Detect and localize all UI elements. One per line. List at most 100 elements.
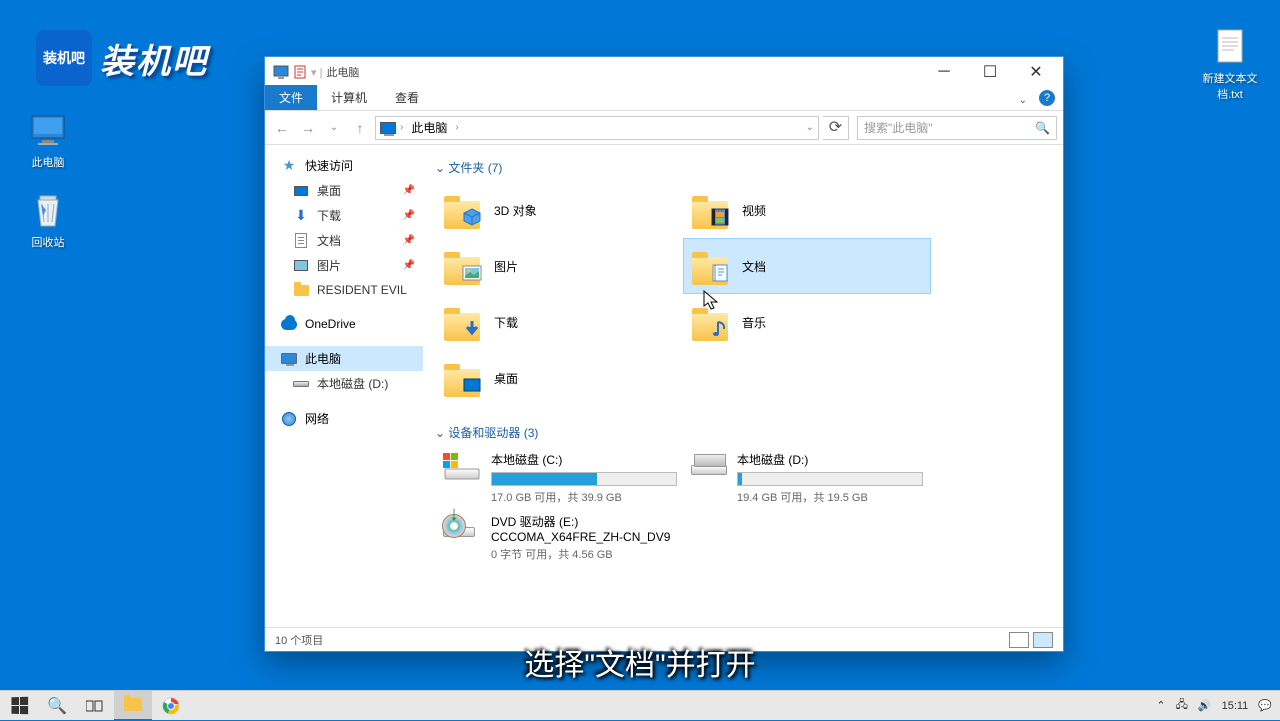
tray-clock[interactable]: 15:11 bbox=[1222, 700, 1249, 712]
disk-icon bbox=[293, 381, 309, 387]
folder-icon bbox=[124, 698, 142, 711]
close-button[interactable]: ✕ bbox=[1013, 57, 1059, 87]
tab-computer[interactable]: 计算机 bbox=[317, 85, 381, 110]
taskbar-search[interactable]: 🔍 bbox=[38, 691, 76, 721]
folder-videos[interactable]: 视频 bbox=[683, 182, 931, 238]
pin-icon: 📌 bbox=[403, 260, 415, 271]
sidebar-network[interactable]: 网络 bbox=[265, 406, 423, 431]
desktop-this-pc[interactable]: 此电脑 bbox=[18, 110, 78, 170]
tray-volume-icon[interactable]: 🔊 bbox=[1198, 699, 1212, 712]
download-icon bbox=[462, 319, 482, 339]
breadcrumb-this-pc[interactable]: 此电脑 bbox=[407, 119, 451, 136]
view-icons-button[interactable] bbox=[1033, 632, 1053, 648]
sidebar-quick-access[interactable]: ★快速访问 bbox=[265, 153, 423, 178]
folder-downloads[interactable]: 下载 bbox=[435, 294, 683, 350]
sidebar-downloads[interactable]: ⬇下载📌 bbox=[265, 203, 423, 228]
sidebar-desktop[interactable]: 桌面📌 bbox=[265, 178, 423, 203]
star-icon: ★ bbox=[281, 158, 297, 174]
document-icon bbox=[710, 263, 730, 283]
ribbon-expand-icon[interactable]: ⌄ bbox=[1011, 91, 1035, 110]
nav-back[interactable]: ← bbox=[271, 120, 293, 136]
group-drives[interactable]: ⌄ 设备和驱动器 (3) bbox=[435, 418, 1051, 447]
maximize-button[interactable]: ☐ bbox=[967, 57, 1013, 87]
label: 回收站 bbox=[32, 234, 65, 250]
explorer-window: ▾ | 此电脑 ─ ☐ ✕ 文件 计算机 查看 ⌄ ? ← → ⌄ ↑ › 此电… bbox=[264, 56, 1064, 652]
address-bar: ← → ⌄ ↑ › 此电脑 › ⌄ ⟳ 搜索"此电脑" 🔍 bbox=[265, 111, 1063, 145]
sidebar-local-d[interactable]: 本地磁盘 (D:) bbox=[265, 371, 423, 396]
pin-icon: 📌 bbox=[403, 210, 415, 221]
sidebar-documents[interactable]: 文档📌 bbox=[265, 228, 423, 253]
drive-c[interactable]: 本地磁盘 (C:)17.0 GB 可用，共 39.9 GB bbox=[435, 447, 683, 509]
nav-sidebar: ★快速访问 桌面📌 ⬇下载📌 文档📌 图片📌 RESIDENT EVIL One… bbox=[265, 145, 423, 627]
taskbar-taskview[interactable] bbox=[76, 691, 114, 721]
main-pane: ⌄ 文件夹 (7) 3D 对象 视频 图片 文档 下载 音乐 桌面 ⌄ 设备和驱… bbox=[423, 145, 1063, 627]
search-icon: 🔍 bbox=[1035, 121, 1050, 135]
minimize-button[interactable]: ─ bbox=[921, 57, 967, 87]
folder-3d-objects[interactable]: 3D 对象 bbox=[435, 182, 683, 238]
help-icon[interactable]: ? bbox=[1039, 90, 1055, 106]
item-count: 10 个项目 bbox=[275, 632, 323, 648]
refresh-button[interactable]: ⟳ bbox=[823, 116, 849, 140]
taskbar-explorer[interactable] bbox=[114, 691, 152, 721]
drive-d[interactable]: 本地磁盘 (D:)19.4 GB 可用，共 19.5 GB bbox=[683, 447, 931, 509]
breadcrumb[interactable]: › 此电脑 › ⌄ bbox=[375, 116, 819, 140]
pc-icon bbox=[380, 122, 396, 134]
tray-network-icon[interactable]: 🖧 bbox=[1176, 696, 1188, 715]
desktop-icon bbox=[462, 375, 482, 395]
hdd-icon bbox=[691, 465, 727, 475]
window-title: 此电脑 bbox=[326, 64, 359, 80]
brand-text: 装机吧 bbox=[100, 34, 208, 83]
nav-up[interactable]: ↑ bbox=[349, 120, 371, 136]
folder-desktop[interactable]: 桌面 bbox=[435, 350, 683, 406]
dvd-icon bbox=[443, 527, 475, 537]
pin-icon: 📌 bbox=[403, 235, 415, 246]
search-placeholder: 搜索"此电脑" bbox=[864, 119, 933, 136]
network-icon bbox=[282, 412, 296, 426]
download-icon: ⬇ bbox=[293, 208, 309, 224]
sidebar-resident-evil[interactable]: RESIDENT EVIL bbox=[265, 278, 423, 302]
picture-icon bbox=[294, 260, 308, 271]
image-icon bbox=[462, 263, 482, 283]
group-folders[interactable]: ⌄ 文件夹 (7) bbox=[435, 153, 1051, 182]
search-input[interactable]: 搜索"此电脑" 🔍 bbox=[857, 116, 1057, 140]
pc-icon bbox=[273, 65, 289, 79]
windows-drive-icon bbox=[443, 451, 481, 481]
music-icon bbox=[710, 319, 730, 339]
desktop-recycle-bin[interactable]: 回收站 bbox=[18, 190, 78, 250]
label: 此电脑 bbox=[32, 154, 65, 170]
taskbar: 🔍 ⌃ 🖧 🔊 15:11 💬 bbox=[0, 690, 1280, 720]
subtitle-caption: 选择"文档"并打开 bbox=[524, 640, 755, 684]
brand-badge: 装机吧 bbox=[36, 30, 92, 86]
folder-music[interactable]: 音乐 bbox=[683, 294, 931, 350]
drive-e-dvd[interactable]: ↓ DVD 驱动器 (E:)CCCOMA_X64FRE_ZH-CN_DV90 字… bbox=[435, 509, 735, 566]
file-icon bbox=[293, 65, 307, 79]
bin-icon bbox=[28, 190, 68, 230]
chrome-icon bbox=[162, 697, 180, 715]
brand-logo: 装机吧 装机吧 bbox=[36, 30, 208, 86]
tab-file[interactable]: 文件 bbox=[265, 85, 317, 110]
sidebar-onedrive[interactable]: OneDrive bbox=[265, 312, 423, 336]
folder-documents[interactable]: 文档 bbox=[683, 238, 931, 294]
sidebar-this-pc[interactable]: 此电脑 bbox=[265, 346, 423, 371]
view-details-button[interactable] bbox=[1009, 632, 1029, 648]
cube-icon bbox=[462, 207, 482, 227]
taskbar-chrome[interactable] bbox=[152, 691, 190, 721]
tab-view[interactable]: 查看 bbox=[381, 85, 433, 110]
title-left: ▾ | 此电脑 bbox=[269, 64, 359, 80]
pin-icon: 📌 bbox=[403, 185, 415, 196]
chevron-down-icon[interactable]: ⌄ bbox=[806, 122, 814, 133]
desktop-txt-file[interactable]: 新建文本文档.txt bbox=[1194, 26, 1266, 102]
tray-chevron-icon[interactable]: ⌃ bbox=[1156, 699, 1165, 712]
txt-icon bbox=[1210, 26, 1250, 66]
ribbon-tabs: 文件 计算机 查看 ⌄ ? bbox=[265, 87, 1063, 111]
folder-pictures[interactable]: 图片 bbox=[435, 238, 683, 294]
pc-icon bbox=[281, 353, 297, 364]
tray-notifications-icon[interactable]: 💬 bbox=[1258, 699, 1272, 712]
label: 新建文本文档.txt bbox=[1194, 70, 1266, 102]
film-icon bbox=[710, 207, 730, 227]
sidebar-pictures[interactable]: 图片📌 bbox=[265, 253, 423, 278]
start-button[interactable] bbox=[0, 691, 38, 721]
nav-recent[interactable]: ⌄ bbox=[323, 122, 345, 133]
nav-forward[interactable]: → bbox=[297, 120, 319, 136]
titlebar[interactable]: ▾ | 此电脑 ─ ☐ ✕ bbox=[265, 57, 1063, 87]
